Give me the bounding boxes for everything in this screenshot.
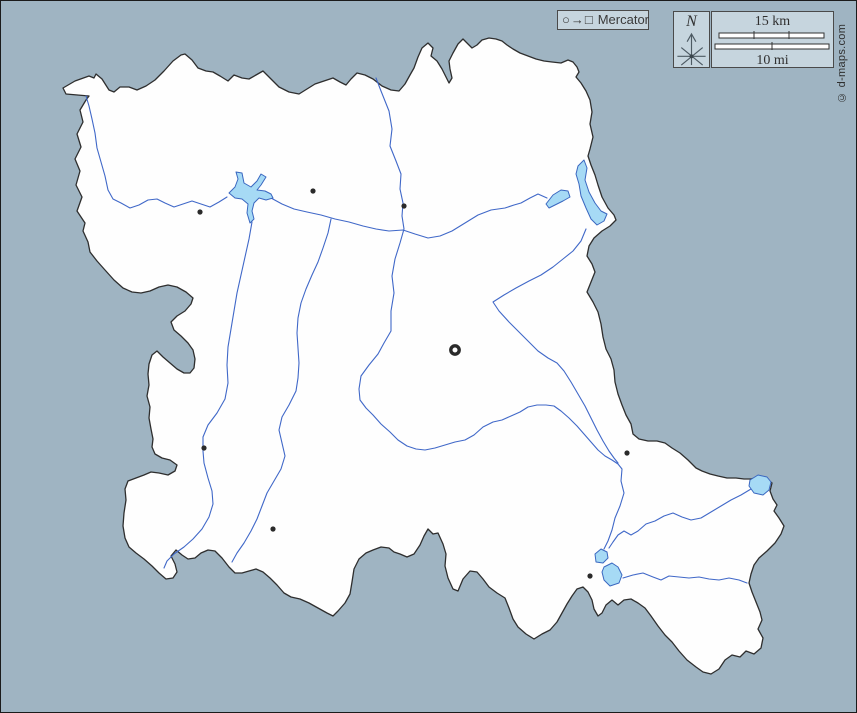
projection-label: Mercator: [598, 11, 649, 29]
scale-mi-label: 10 mi: [712, 52, 833, 69]
city-dot: [201, 445, 206, 450]
compass-panel: N: [673, 11, 710, 68]
scale-panel: 15 km 10 mi: [711, 11, 834, 68]
map-stage: ○→□ Mercator N 15 km 10 mi © d-maps.com: [0, 0, 857, 713]
city-dot: [587, 573, 592, 578]
city-dot: [310, 188, 315, 193]
scale-bars: [712, 30, 833, 52]
scale-bar: [719, 33, 824, 38]
scale-km-label: 15 km: [712, 13, 833, 30]
city-dot: [401, 203, 406, 208]
projection-transform-icon: ○→□: [562, 11, 594, 29]
north-label: N: [686, 13, 697, 31]
city-dot: [197, 209, 202, 214]
credit-text: © d-maps.com: [836, 13, 852, 103]
city-dot: [624, 450, 629, 455]
map-canvas: [1, 1, 857, 713]
city-dot: [270, 526, 275, 531]
projection-panel: ○→□ Mercator: [557, 10, 649, 30]
capital-ring: [451, 346, 459, 354]
compass-rose-icon: [675, 31, 708, 67]
